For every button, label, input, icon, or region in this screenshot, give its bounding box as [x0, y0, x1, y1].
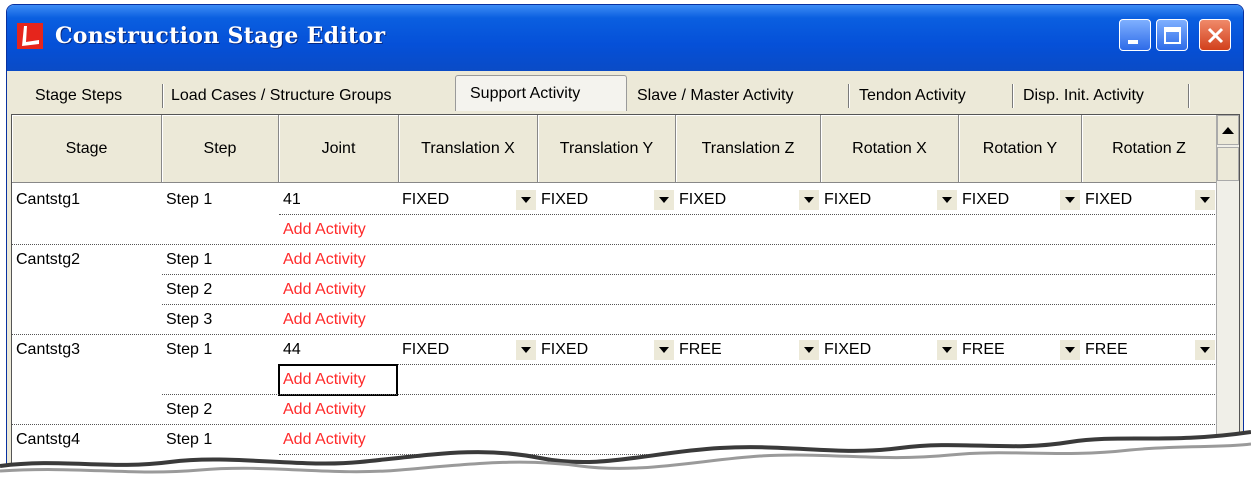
column-header-joint[interactable]: Joint	[279, 115, 399, 183]
dropdown-value: FREE	[1085, 341, 1128, 358]
dropdown-arrow-icon[interactable]	[1060, 340, 1080, 360]
scroll-up-icon[interactable]	[1217, 115, 1239, 145]
tab-label: Tendon Activity	[859, 86, 966, 104]
add-activity-link[interactable]: Add Activity	[279, 425, 399, 455]
translation-y-dropdown[interactable]: FIXED	[538, 337, 676, 363]
dropdown-value: FREE	[679, 341, 722, 358]
rotation-x-dropdown[interactable]: FIXED	[821, 337, 959, 363]
dropdown-arrow-icon[interactable]	[1195, 190, 1215, 210]
add-activity-link[interactable]: Add Activity	[278, 364, 398, 396]
step-cell: Step 1	[166, 251, 213, 268]
dropdown-value: FIXED	[679, 191, 727, 208]
dropdown-value: FIXED	[541, 341, 589, 358]
column-header-rotation-x[interactable]: Rotation X	[821, 115, 959, 183]
column-header-translation-x[interactable]: Translation X	[399, 115, 538, 183]
dropdown-arrow-icon[interactable]	[937, 340, 957, 360]
stage-cell: Cantstg3	[16, 341, 81, 358]
step-cell: Step 2	[166, 281, 213, 298]
dropdown-value: FIXED	[824, 191, 872, 208]
tab-tendon-activity[interactable]: Tendon Activity	[849, 80, 1013, 111]
dropdown-arrow-icon[interactable]	[516, 340, 536, 360]
logo-icon	[17, 23, 43, 49]
step-cell: Step 1	[166, 431, 213, 448]
tab-disp-init-activity[interactable]: Disp. Init. Activity	[1013, 80, 1189, 111]
tab-stage-steps[interactable]: Stage Steps	[25, 80, 163, 111]
minimize-icon	[1128, 40, 1138, 44]
column-header-step[interactable]: Step	[162, 115, 279, 183]
dropdown-value: FIXED	[402, 341, 450, 358]
close-icon	[1207, 27, 1224, 44]
tab-slave-master-activity[interactable]: Slave / Master Activity	[627, 80, 849, 111]
dropdown-arrow-icon[interactable]	[516, 190, 536, 210]
dropdown-arrow-icon[interactable]	[799, 190, 819, 210]
translation-z-dropdown[interactable]: FIXED	[676, 187, 821, 213]
tab-label: Slave / Master Activity	[637, 86, 794, 104]
tab-label: Support Activity	[470, 84, 581, 102]
scroll-thumb[interactable]	[1217, 147, 1239, 181]
maximize-button[interactable]	[1156, 19, 1188, 51]
add-activity-link[interactable]: Add Activity	[279, 275, 399, 305]
vertical-scrollbar[interactable]	[1216, 115, 1239, 473]
row-divider	[279, 454, 1217, 455]
dropdown-arrow-icon[interactable]	[1060, 190, 1080, 210]
step-cell: Step 1	[166, 191, 213, 208]
row-divider	[279, 364, 1217, 365]
stage-cell: Cantstg4	[16, 431, 81, 448]
rotation-z-dropdown[interactable]: FREE	[1082, 337, 1217, 363]
tab-label: Disp. Init. Activity	[1023, 86, 1144, 104]
rotation-y-dropdown[interactable]: FIXED	[959, 187, 1082, 213]
dropdown-arrow-icon[interactable]	[937, 190, 957, 210]
add-activity-link[interactable]: Add Activity	[279, 395, 399, 425]
column-header-stage[interactable]: Stage	[12, 115, 162, 183]
dropdown-value: FIXED	[824, 341, 872, 358]
add-activity-link[interactable]: Add Activity	[279, 305, 399, 335]
title-bar[interactable]: Construction Stage Editor	[7, 5, 1243, 77]
stage-cell: Cantstg1	[16, 191, 81, 208]
column-header-rotation-y[interactable]: Rotation Y	[959, 115, 1082, 183]
step-cell: Step 3	[166, 311, 213, 328]
construction-stage-editor-window: Construction Stage Editor Stage Steps Lo…	[6, 4, 1244, 474]
dropdown-arrow-icon[interactable]	[654, 190, 674, 210]
maximize-icon	[1164, 27, 1181, 44]
tab-support-activity[interactable]: Support Activity	[455, 75, 627, 111]
translation-x-dropdown[interactable]: FIXED	[399, 337, 538, 363]
step-cell: Step 1	[166, 341, 213, 358]
joint-cell: 44	[283, 341, 301, 358]
tab-strip: Stage Steps Load Cases / Structure Group…	[7, 71, 1243, 111]
window-title: Construction Stage Editor	[55, 23, 386, 49]
minimize-button[interactable]	[1119, 19, 1151, 51]
column-header-rotation-z[interactable]: Rotation Z	[1082, 115, 1217, 183]
dropdown-value: FIXED	[541, 191, 589, 208]
dropdown-value: FIXED	[1085, 191, 1133, 208]
dropdown-value: FREE	[962, 341, 1005, 358]
dropdown-arrow-icon[interactable]	[799, 340, 819, 360]
dropdown-arrow-icon[interactable]	[654, 340, 674, 360]
dropdown-arrow-icon[interactable]	[1195, 340, 1215, 360]
rotation-x-dropdown[interactable]: FIXED	[821, 187, 959, 213]
add-activity-link[interactable]: Add Activity	[279, 245, 399, 275]
tab-load-cases[interactable]: Load Cases / Structure Groups	[165, 80, 455, 111]
joint-cell: 41	[283, 191, 301, 208]
close-button[interactable]	[1199, 19, 1231, 51]
support-activity-grid: Stage Step Joint Translation X Translation Y…	[11, 114, 1240, 473]
step-cell: Step 2	[166, 401, 213, 418]
tab-label: Load Cases / Structure Groups	[171, 86, 392, 104]
translation-z-dropdown[interactable]: FREE	[676, 337, 821, 363]
stage-cell: Cantstg2	[16, 251, 81, 268]
translation-y-dropdown[interactable]: FIXED	[538, 187, 676, 213]
row-divider	[279, 214, 1217, 215]
dropdown-value: FIXED	[962, 191, 1010, 208]
rotation-z-dropdown[interactable]: FIXED	[1082, 187, 1217, 213]
column-header-translation-z[interactable]: Translation Z	[676, 115, 821, 183]
translation-x-dropdown[interactable]: FIXED	[399, 187, 538, 213]
tab-label: Stage Steps	[35, 86, 123, 104]
rotation-y-dropdown[interactable]: FREE	[959, 337, 1082, 363]
dropdown-value: FIXED	[402, 191, 450, 208]
add-activity-link[interactable]: Add Activity	[279, 215, 399, 245]
column-header-translation-y[interactable]: Translation Y	[538, 115, 676, 183]
